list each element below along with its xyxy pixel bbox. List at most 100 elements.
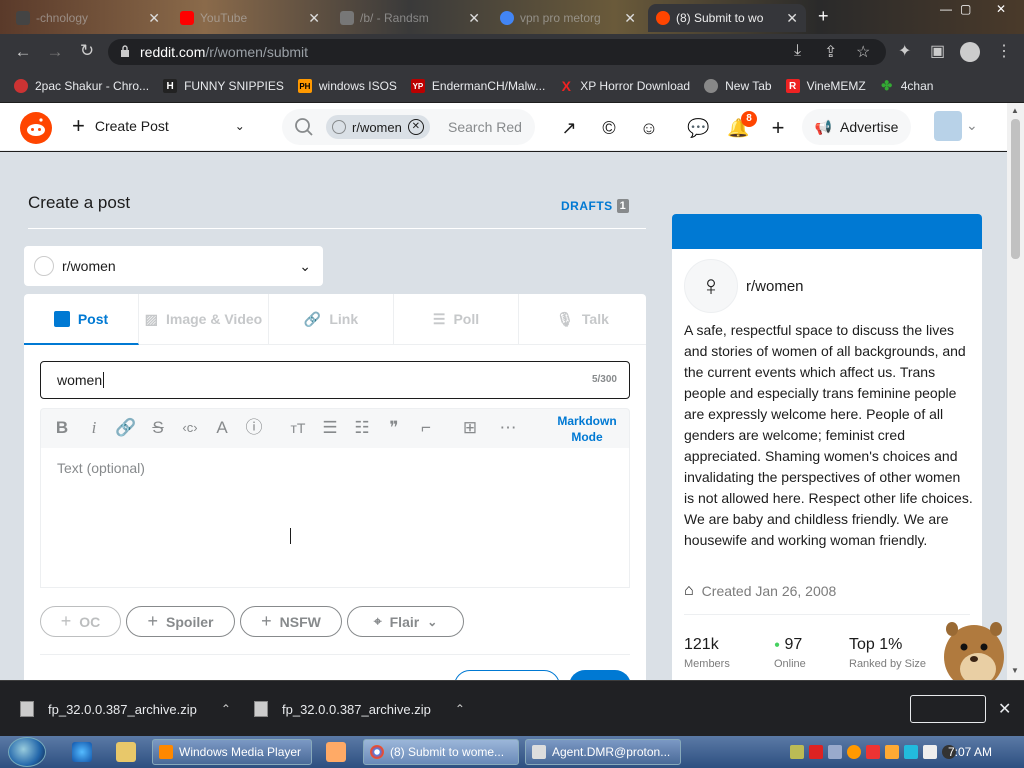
system-clock[interactable]: 7:07 AM [948,745,992,759]
chat-bubble-icon[interactable]: 💬 [687,117,709,139]
bookmark-star-icon[interactable]: ☆ [856,42,870,62]
forward-arrow-icon[interactable]: → [40,42,70,62]
start-button[interactable] [8,737,46,767]
bookmark-item[interactable]: R VineMEMZ [785,79,866,93]
tray-app-icon[interactable] [885,745,899,759]
tray-app-icon[interactable] [847,745,861,759]
close-icon[interactable]: ✕ [148,10,160,27]
italic-icon[interactable]: i [83,417,105,439]
profile-avatar-icon[interactable] [960,42,980,62]
browser-tab[interactable]: -chnology ✕ [8,4,168,32]
page-scrollbar[interactable]: ▲ ▼ [1007,103,1024,680]
download-item[interactable]: fp_32.0.0.387_archive.zip ⌃ [254,701,465,717]
close-icon[interactable]: ✕ [998,699,1011,719]
tray-app-icon[interactable] [790,745,804,759]
download-item[interactable]: fp_32.0.0.387_archive.zip ⌃ [20,701,231,717]
show-all-downloads-button[interactable] [910,695,986,723]
tray-app-icon[interactable] [828,745,842,759]
create-post-dropdown[interactable]: + Create Post ⌄ [72,115,245,137]
bold-icon[interactable]: B [51,417,73,439]
reddit-logo-icon[interactable] [20,112,52,144]
drafts-button[interactable]: DRAFTS 1 [561,199,630,213]
markdown-mode-button[interactable]: Markdown Mode [547,413,627,445]
bookmark-item[interactable]: PH windows ISOS [297,79,397,93]
paint-app-icon[interactable] [326,742,346,762]
new-tab-button[interactable]: + [818,6,829,27]
nsfw-button[interactable]: + NSFW [240,606,342,637]
browser-tab[interactable]: /b/ - Randsm ✕ [332,4,488,32]
chevron-down-icon[interactable]: ⌄ [966,117,978,134]
close-icon[interactable]: ✕ [308,10,320,27]
address-bar[interactable]: reddit.com/r/women/submit ⤓ ⇪ ☆ [108,39,886,65]
download-icon[interactable]: ⤓ [794,42,801,60]
flair-button[interactable]: ⌖ Flair ⌄ [347,606,464,637]
search-bar[interactable]: r/women ✕ Search Red [282,109,535,145]
browser-tab[interactable]: vpn pro metorg ✕ [492,4,644,32]
bookmark-item[interactable]: H FUNNY SNIPPIES [163,79,284,93]
chevron-up-icon[interactable]: ⌃ [455,702,465,716]
community-name[interactable]: r/women [746,278,804,295]
advertise-button[interactable]: 📢 Advertise [802,109,911,145]
tab-image-video[interactable]: ▨ Image & Video [139,294,269,345]
community-select[interactable]: r/women ⌄ [24,246,323,286]
user-avatar[interactable] [934,111,962,141]
network-icon[interactable] [904,745,918,759]
window-close-button[interactable]: ✕ [996,2,1006,16]
close-icon[interactable]: ✕ [624,10,636,27]
search-community-chip[interactable]: r/women ✕ [326,115,430,139]
spoiler-icon[interactable]: ⓘ [243,417,265,439]
superscript-icon[interactable]: A [211,417,233,439]
share-icon[interactable]: ⇪ [824,42,837,62]
bookmark-item[interactable]: 2pac Shakur - Chro... [14,79,149,93]
tray-app-icon[interactable] [866,745,880,759]
quote-block-icon[interactable]: ❞ [383,417,405,439]
female-symbol-icon[interactable]: ♀ [684,259,738,313]
taskbar-item[interactable]: Agent.DMR@proton... [525,739,681,765]
tab-link[interactable]: 🔗 Link [269,294,394,345]
sidebar-icon[interactable]: ▣ [930,41,945,61]
scrollbar-thumb[interactable] [1011,119,1020,259]
close-icon[interactable]: ✕ [468,10,480,27]
code-block-icon[interactable]: ⌐ [415,417,437,439]
live-chat-icon[interactable]: ☺ [638,117,660,139]
file-explorer-icon[interactable] [116,742,136,762]
inline-code-icon[interactable]: ‹c› [179,417,201,439]
chevron-up-icon[interactable]: ⌃ [221,702,231,716]
more-options-icon[interactable]: ⋯ [497,417,519,439]
browser-tab-active[interactable]: (8) Submit to wo ✕ [648,4,806,32]
tab-poll[interactable]: ☰ Poll [394,294,519,345]
minimize-button[interactable]: — [940,2,952,16]
maximize-button[interactable]: ▢ [960,2,971,16]
coins-icon[interactable]: © [598,117,620,139]
post-body-textarea[interactable]: Text (optional) [40,448,630,588]
plus-icon[interactable]: + [767,117,789,139]
submit-post-button[interactable] [569,670,631,680]
tab-post[interactable]: Post [24,294,139,345]
table-icon[interactable]: ⊞ [459,417,481,439]
taskbar-item-active[interactable]: (8) Submit to wome... [363,739,519,765]
tab-talk[interactable]: 🎙 Talk [519,294,646,345]
oc-button[interactable]: + OC [40,606,121,637]
scroll-down-icon[interactable]: ▼ [1011,666,1019,675]
volume-icon[interactable] [923,745,937,759]
extensions-puzzle-icon[interactable]: ✦ [898,41,911,61]
strikethrough-icon[interactable]: S [147,417,169,439]
internet-explorer-icon[interactable] [72,742,92,762]
close-icon[interactable]: ✕ [786,10,798,27]
browser-tab[interactable]: YouTube ✕ [172,4,328,32]
spoiler-button[interactable]: + Spoiler [126,606,235,637]
scroll-up-icon[interactable]: ▲ [1011,106,1019,115]
popular-arrow-icon[interactable]: ↗ [558,117,580,139]
heading-icon[interactable]: тT [287,417,309,439]
save-draft-button[interactable] [454,670,560,680]
tray-app-icon[interactable] [809,745,823,759]
menu-dots-icon[interactable]: ⋮ [996,41,1012,61]
post-title-input[interactable]: women 5/300 [40,361,630,399]
taskbar-item[interactable]: Windows Media Player [152,739,312,765]
bookmark-item[interactable]: ✤ 4chan [880,78,933,93]
back-arrow-icon[interactable]: ← [8,42,38,62]
reload-icon[interactable]: ↻ [72,41,102,61]
bulleted-list-icon[interactable]: ☰ [319,417,341,439]
bookmark-item[interactable]: YP EndermanCH/Malw... [410,79,545,93]
clear-chip-icon[interactable]: ✕ [407,119,424,135]
